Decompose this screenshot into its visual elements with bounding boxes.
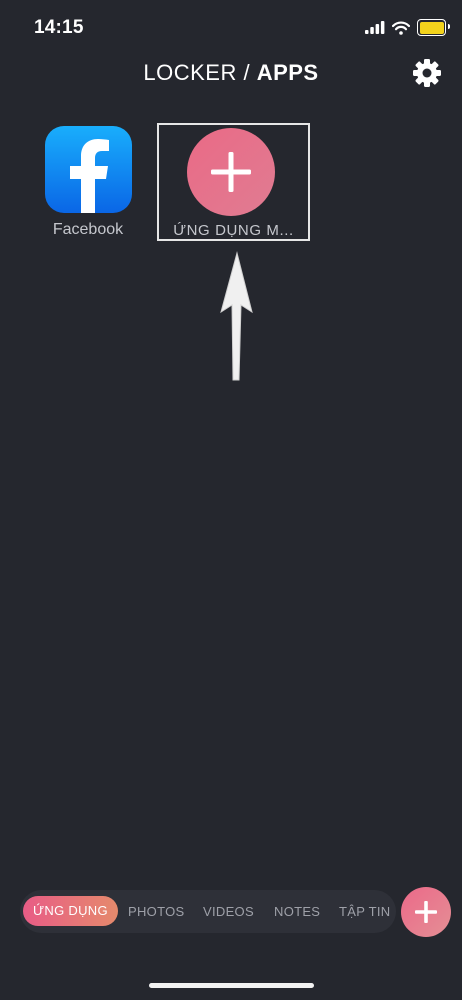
settings-button[interactable] [412,58,442,88]
plus-icon [415,901,437,923]
page-title: LOCKER / APPS [0,60,462,86]
facebook-icon [44,126,132,213]
bottom-tab-bar: ỨNG DỤNG PHOTOS VIDEOS NOTES TẬP TIN [20,890,396,933]
tab-notes[interactable]: NOTES [274,890,320,933]
app-label-add: ỨNG DỤNG M... [173,222,294,239]
app-facebook[interactable]: Facebook [28,126,148,239]
add-floating-button[interactable] [401,887,451,937]
tab-tap-tin[interactable]: TẬP TIN [339,890,390,933]
wifi-icon [392,21,410,35]
status-bar: 14:15 [0,0,462,56]
arrow-up-icon [220,251,253,381]
page-title-bold: APPS [256,60,319,85]
cellular-signal-icon [365,21,385,34]
tab-photos[interactable]: PHOTOS [128,890,184,933]
tab-ung-dung[interactable]: ỨNG DỤNG [23,896,118,926]
add-app-button[interactable] [187,128,275,216]
battery-icon [417,19,450,36]
home-indicator[interactable] [149,983,314,988]
page-title-light: LOCKER / [143,60,257,85]
gear-icon [413,59,441,87]
app-label-facebook: Facebook [52,221,124,238]
status-time: 14:15 [34,17,84,38]
status-icons [365,19,450,36]
plus-icon [211,152,251,192]
tab-videos[interactable]: VIDEOS [203,890,254,933]
battery-level [419,21,444,34]
